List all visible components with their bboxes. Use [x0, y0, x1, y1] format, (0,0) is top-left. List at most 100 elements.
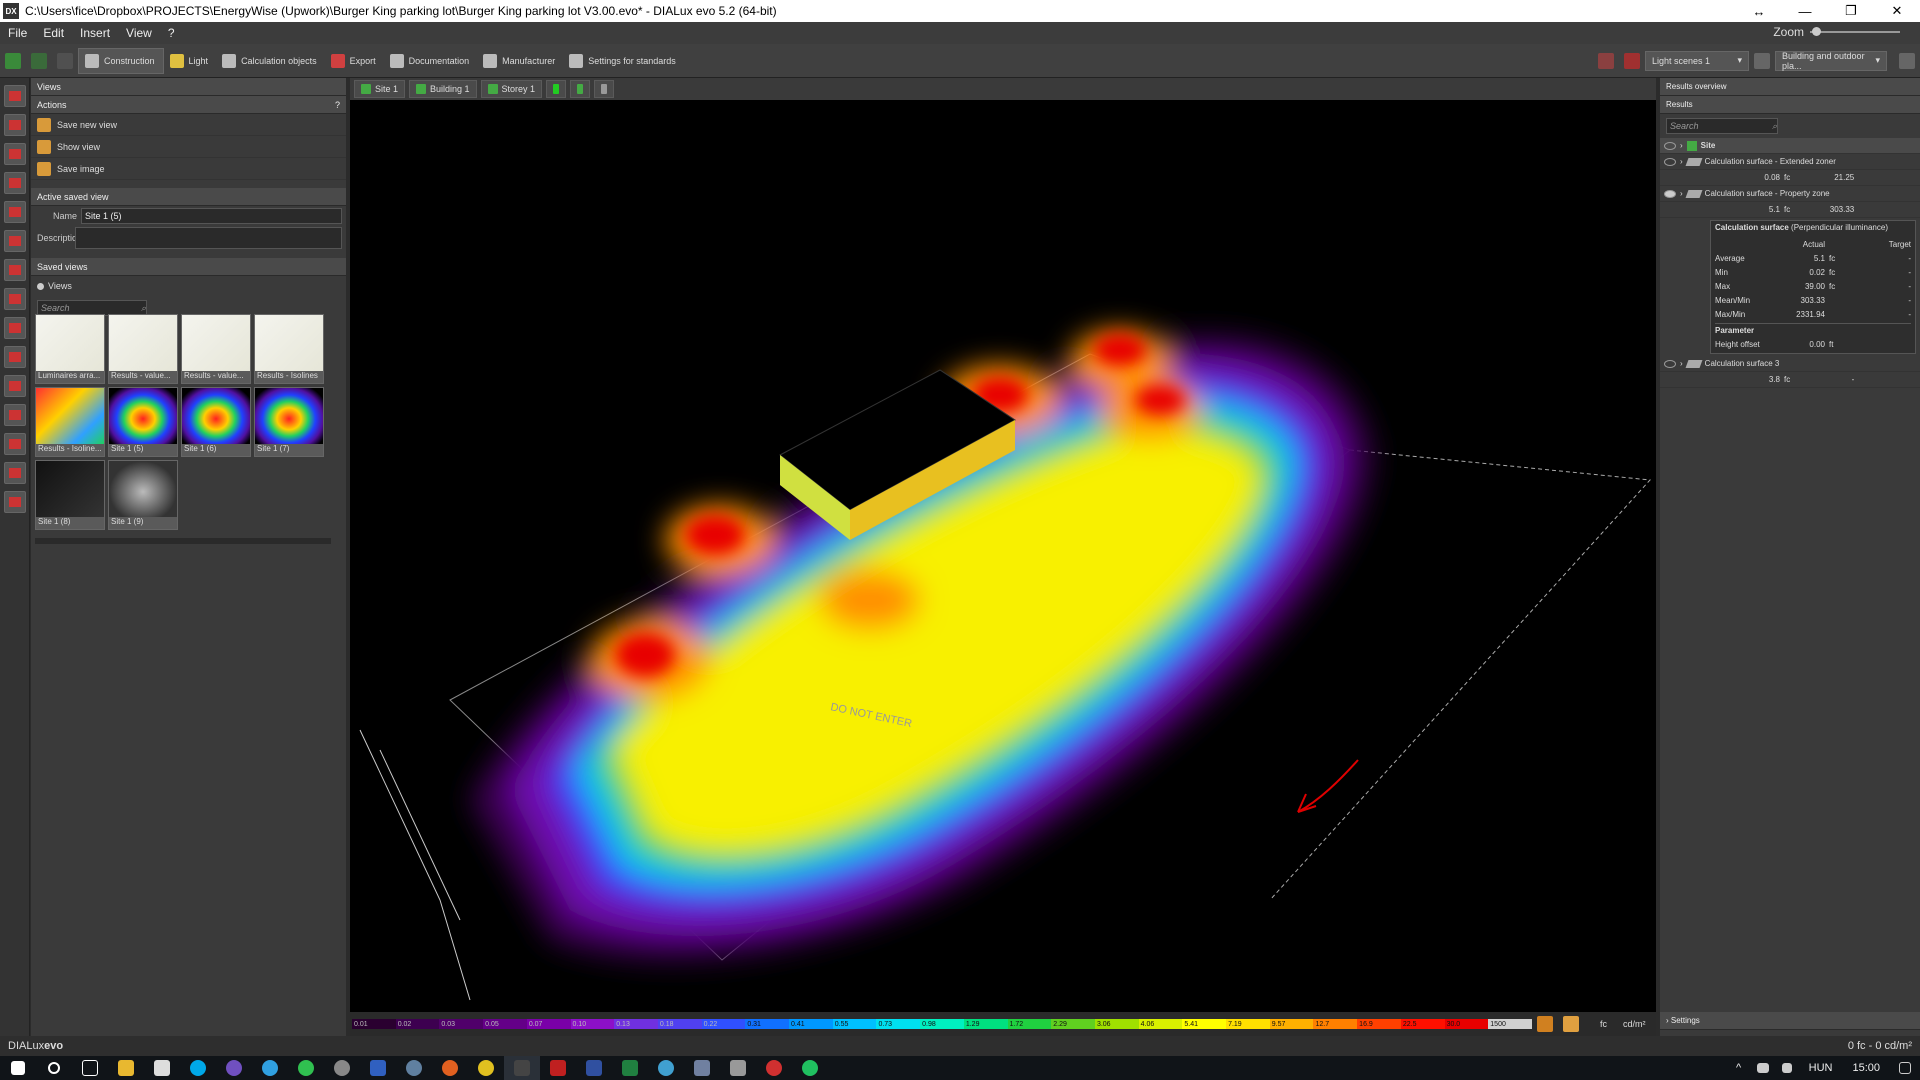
pdf-button[interactable]: [540, 1056, 576, 1080]
view-2d-button[interactable]: [546, 80, 567, 98]
chevron-right-icon[interactable]: ›: [1680, 189, 1683, 198]
unit-cd[interactable]: cd/m²: [1623, 1019, 1646, 1029]
network-button[interactable]: [1751, 1056, 1775, 1080]
saved-view-thumbnail[interactable]: Results - Isoline...: [35, 387, 105, 457]
unit-fc[interactable]: fc: [1600, 1019, 1607, 1029]
saved-view-thumbnail[interactable]: Site 1 (7): [254, 387, 324, 457]
saved-view-thumbnail[interactable]: Luminaires arra...: [35, 314, 105, 384]
saved-view-thumbnail[interactable]: Site 1 (5): [108, 387, 178, 457]
saved-view-thumbnail[interactable]: Results - value...: [181, 314, 251, 384]
tool-12-icon[interactable]: [4, 404, 26, 426]
menu-edit[interactable]: Edit: [35, 26, 72, 40]
tool-1-icon[interactable]: [4, 85, 26, 107]
show-view-button[interactable]: Show view: [31, 136, 346, 158]
paint-button[interactable]: [648, 1056, 684, 1080]
chrome-button[interactable]: [468, 1056, 504, 1080]
tab-light[interactable]: Light: [164, 48, 217, 74]
tool-11-icon[interactable]: [4, 375, 26, 397]
viber-button[interactable]: [216, 1056, 252, 1080]
tool-9-icon[interactable]: [4, 317, 26, 339]
tab-documentation[interactable]: Documentation: [384, 48, 478, 74]
redo-icon[interactable]: [57, 52, 73, 69]
settings-header[interactable]: › Settings: [1660, 1012, 1920, 1030]
save-new-view-button[interactable]: Save new view: [31, 114, 346, 136]
whatsapp-button[interactable]: [288, 1056, 324, 1080]
app-button[interactable]: [324, 1056, 360, 1080]
tab-settings-for-standards[interactable]: Settings for standards: [563, 48, 684, 74]
tool-4-icon[interactable]: [4, 172, 26, 194]
tool-2-icon[interactable]: [4, 114, 26, 136]
minimize-button[interactable]: —: [1782, 0, 1828, 22]
saved-view-thumbnail[interactable]: Site 1 (8): [35, 460, 105, 530]
saved-view-thumbnail[interactable]: Site 1 (6): [181, 387, 251, 457]
tray-expand-button[interactable]: ^: [1727, 1056, 1751, 1080]
surface-row-3[interactable]: › Calculation surface 3: [1660, 356, 1920, 372]
browser-button[interactable]: [396, 1056, 432, 1080]
results-search-input[interactable]: Search ⌕: [1666, 118, 1778, 134]
close-button[interactable]: ✕: [1874, 0, 1920, 22]
eye-icon[interactable]: [1664, 141, 1676, 150]
view-3d-button[interactable]: [570, 80, 591, 98]
chevron-right-icon[interactable]: ›: [1680, 157, 1683, 166]
tool-7-icon[interactable]: [4, 259, 26, 281]
saved-view-thumbnail[interactable]: Site 1 (9): [108, 460, 178, 530]
view-mode-icon[interactable]: [1899, 52, 1915, 69]
chevron-right-icon[interactable]: ›: [1680, 359, 1683, 368]
tab-storey-1[interactable]: Storey 1: [480, 80, 543, 98]
help-icon[interactable]: ?: [335, 100, 340, 110]
eye-icon[interactable]: [1664, 157, 1676, 166]
floppy-button[interactable]: [360, 1056, 396, 1080]
thumbnail-size-slider[interactable]: [35, 538, 331, 544]
search-button[interactable]: [36, 1056, 72, 1080]
store-button[interactable]: [144, 1056, 180, 1080]
light-scene-select[interactable]: Light scenes 1 ▾: [1645, 50, 1749, 71]
scene-type-select[interactable]: Building and outdoor pla... ▾: [1775, 50, 1887, 71]
save-image-button[interactable]: Save image: [31, 158, 346, 180]
explorer-button[interactable]: [108, 1056, 144, 1080]
tab-site-1[interactable]: Site 1: [354, 80, 406, 98]
tool-3-icon[interactable]: [4, 143, 26, 165]
calc-button[interactable]: [684, 1056, 720, 1080]
zoom-slider[interactable]: [1810, 27, 1900, 36]
saved-view-thumbnail[interactable]: Results - Isolines: [254, 314, 324, 384]
tool-15-icon[interactable]: [4, 491, 26, 513]
tab-manufacturer[interactable]: Manufacturer: [477, 48, 563, 74]
menu-file[interactable]: File: [0, 26, 35, 40]
tab-building-1[interactable]: Building 1: [409, 80, 477, 98]
eye-icon[interactable]: [1664, 189, 1676, 198]
skype-button[interactable]: [180, 1056, 216, 1080]
save-icon[interactable]: [5, 52, 21, 69]
tab-export[interactable]: Export: [325, 48, 384, 74]
tool-13-icon[interactable]: [4, 433, 26, 455]
tool-8-icon[interactable]: [4, 288, 26, 310]
menu-insert[interactable]: Insert: [72, 26, 118, 40]
tool-10-icon[interactable]: [4, 346, 26, 368]
3d-viewport[interactable]: DO NOT ENTER: [350, 100, 1656, 1012]
views-radio[interactable]: Views: [31, 276, 346, 296]
excel-button[interactable]: [612, 1056, 648, 1080]
legend-mode-icon[interactable]: [1563, 1016, 1579, 1032]
description-field[interactable]: [75, 227, 342, 249]
telegram-button[interactable]: [252, 1056, 288, 1080]
zoom-slider-thumb[interactable]: [1812, 27, 1821, 36]
spotify-button[interactable]: [792, 1056, 828, 1080]
fit-view-button[interactable]: [594, 80, 615, 98]
name-field[interactable]: Site 1 (5): [81, 208, 342, 224]
dialux-button[interactable]: [504, 1056, 540, 1080]
firefox-button[interactable]: [432, 1056, 468, 1080]
close-scene-icon[interactable]: [1624, 52, 1640, 69]
volume-button[interactable]: [1775, 1056, 1799, 1080]
task-view-button[interactable]: [72, 1056, 108, 1080]
tool-5-icon[interactable]: [4, 201, 26, 223]
eye-icon[interactable]: [1664, 359, 1676, 368]
resize-icon[interactable]: ↔: [1736, 0, 1782, 22]
surface-row-1[interactable]: › Calculation surface - Extended zoner: [1660, 154, 1920, 170]
antivirus-button[interactable]: [756, 1056, 792, 1080]
tab-construction[interactable]: Construction: [78, 47, 164, 74]
notifications-button[interactable]: [1890, 1056, 1920, 1080]
tab-calculation-objects[interactable]: Calculation objects: [216, 48, 325, 74]
chevron-right-icon[interactable]: ›: [1680, 141, 1683, 150]
undo-icon[interactable]: [31, 52, 47, 69]
tool-14-icon[interactable]: [4, 462, 26, 484]
start-button[interactable]: [0, 1056, 36, 1080]
